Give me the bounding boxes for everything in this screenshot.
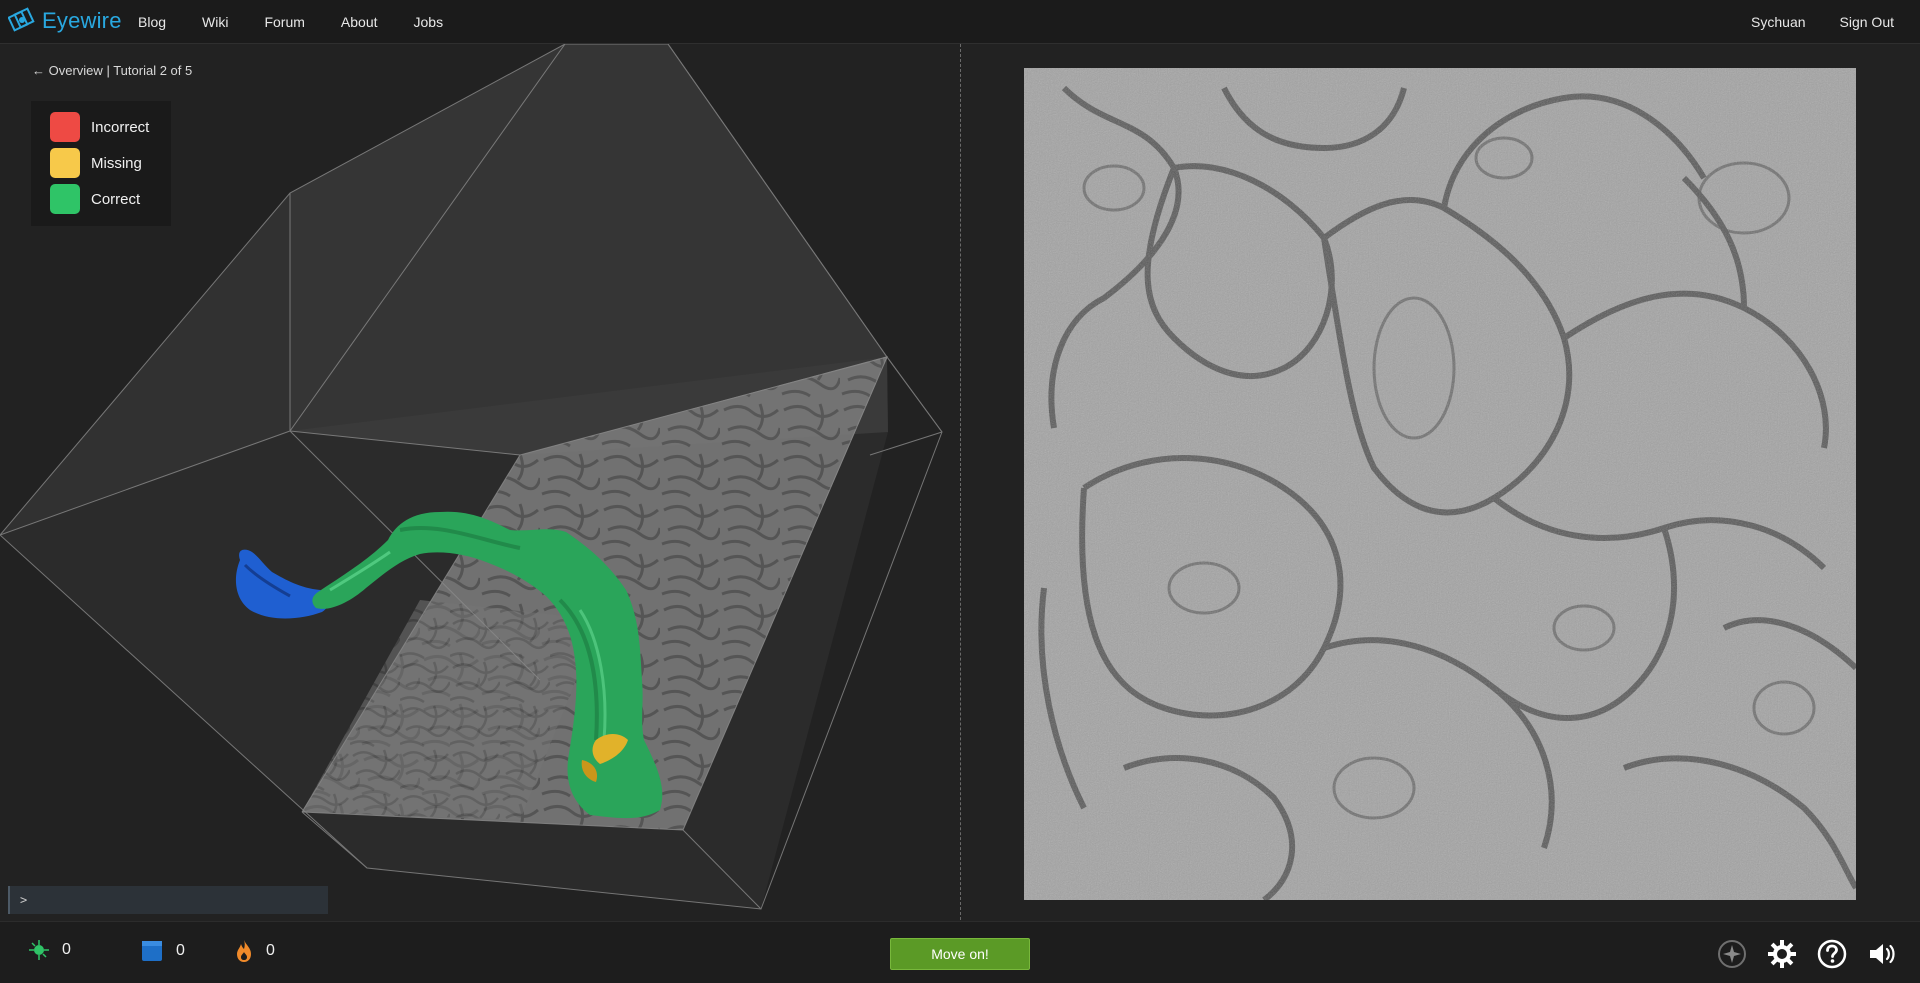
tutorial-breadcrumb: ← Overview | Tutorial 2 of 5 <box>32 63 192 78</box>
nav-forum[interactable]: Forum <box>264 14 304 30</box>
eyewire-logo[interactable]: Eyewire <box>8 6 122 36</box>
nav-about[interactable]: About <box>341 14 378 30</box>
em-slice-view[interactable] <box>1024 68 1856 900</box>
nav-wiki[interactable]: Wiki <box>202 14 228 30</box>
streak-value: 0 <box>266 942 275 959</box>
incorrect-swatch <box>50 112 80 142</box>
legend-panel: Incorrect Missing Correct <box>31 101 171 226</box>
streak-stat: 0 <box>234 939 275 963</box>
compass-button[interactable] <box>1716 938 1748 970</box>
back-arrow-icon[interactable]: ← <box>32 63 45 78</box>
top-navigation-bar: Eyewire Blog Wiki Forum About Jobs Sychu… <box>0 0 1920 44</box>
tutorial-progress: Tutorial 2 of 5 <box>113 63 193 78</box>
sign-out-link[interactable]: Sign Out <box>1840 14 1894 30</box>
help-icon <box>1817 939 1847 969</box>
legend-item-correct: Correct <box>50 184 171 214</box>
breadcrumb-separator: | <box>106 63 110 78</box>
bottom-toolbar: 0 0 0 Move on! <box>0 921 1920 983</box>
flame-icon <box>237 940 251 962</box>
move-on-button[interactable]: Move on! <box>890 938 1030 970</box>
settings-button[interactable] <box>1766 938 1798 970</box>
3d-view[interactable]: ← Overview | Tutorial 2 of 5 Incorrect M… <box>0 44 960 920</box>
overview-link[interactable]: Overview <box>49 63 103 78</box>
cubes-value: 0 <box>176 942 185 959</box>
eyewire-logo-icon <box>8 7 35 32</box>
username-link[interactable]: Sychuan <box>1751 14 1805 30</box>
volume-icon <box>1870 944 1895 964</box>
legend-item-missing: Missing <box>50 148 171 178</box>
points-value: 0 <box>62 941 71 958</box>
volume-button[interactable] <box>1866 938 1898 970</box>
em-slice-image[interactable] <box>1024 68 1856 900</box>
legend-item-incorrect: Incorrect <box>50 112 171 142</box>
cubes-stat: 0 <box>140 939 185 963</box>
gear-icon <box>1768 940 1796 968</box>
user-nav: Sychuan Sign Out <box>1717 0 1894 43</box>
neuron-points-icon <box>29 940 49 960</box>
correct-swatch <box>50 184 80 214</box>
help-button[interactable] <box>1816 938 1848 970</box>
view-divider <box>960 44 961 920</box>
points-stat: 0 <box>28 939 71 961</box>
nav-blog[interactable]: Blog <box>138 14 166 30</box>
main-nav: Blog Wiki Forum About Jobs <box>138 0 479 43</box>
nav-jobs[interactable]: Jobs <box>414 14 444 30</box>
tool-icons <box>1698 938 1898 970</box>
cube-icon <box>142 941 162 961</box>
legend-label: Incorrect <box>91 118 150 136</box>
missing-swatch <box>50 148 80 178</box>
brand-name: Eyewire <box>42 8 122 33</box>
chat-console-input[interactable]: > <box>8 886 328 914</box>
console-prompt: > <box>20 893 28 907</box>
legend-label: Missing <box>91 154 142 172</box>
legend-label: Correct <box>91 190 141 208</box>
compass-icon <box>1718 940 1746 968</box>
